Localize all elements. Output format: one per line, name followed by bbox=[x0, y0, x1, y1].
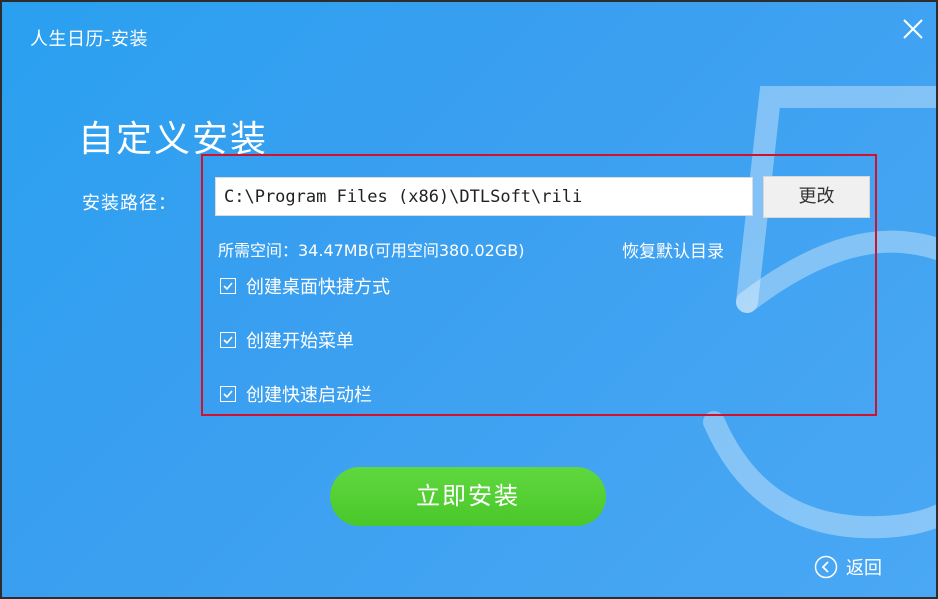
quick-launch-checkbox[interactable] bbox=[220, 386, 236, 402]
option-label: 创建桌面快捷方式 bbox=[246, 277, 390, 298]
install-path-label: 安装路径： bbox=[82, 193, 177, 214]
option-label: 创建快速启动栏 bbox=[246, 385, 372, 406]
checkmark-icon bbox=[223, 390, 233, 399]
close-button[interactable] bbox=[900, 16, 926, 42]
close-icon bbox=[903, 19, 923, 39]
desktop-shortcut-option[interactable]: 创建桌面快捷方式 bbox=[220, 274, 390, 298]
installer-window: 人生日历-安装 自定义安装 安装路径： 更改 所需空间：34.47MB(可用空间… bbox=[2, 2, 936, 597]
change-path-button[interactable]: 更改 bbox=[763, 176, 870, 218]
start-menu-option[interactable]: 创建开始菜单 bbox=[220, 328, 354, 352]
install-now-button[interactable]: 立即安装 bbox=[330, 467, 606, 526]
checkmark-icon bbox=[223, 282, 233, 291]
back-arrow-icon bbox=[814, 555, 838, 579]
back-label: 返回 bbox=[846, 558, 882, 579]
option-label: 创建开始菜单 bbox=[246, 331, 354, 352]
checkmark-icon bbox=[223, 336, 233, 345]
disk-space-info: 所需空间：34.47MB(可用空间380.02GB) bbox=[218, 241, 525, 260]
back-button[interactable]: 返回 bbox=[814, 554, 882, 580]
quick-launch-option[interactable]: 创建快速启动栏 bbox=[220, 382, 372, 406]
install-path-input[interactable] bbox=[215, 177, 753, 216]
restore-default-directory-link[interactable]: 恢复默认目录 bbox=[622, 237, 724, 262]
window-title: 人生日历-安装 bbox=[30, 29, 148, 50]
desktop-shortcut-checkbox[interactable] bbox=[220, 278, 236, 294]
start-menu-checkbox[interactable] bbox=[220, 332, 236, 348]
